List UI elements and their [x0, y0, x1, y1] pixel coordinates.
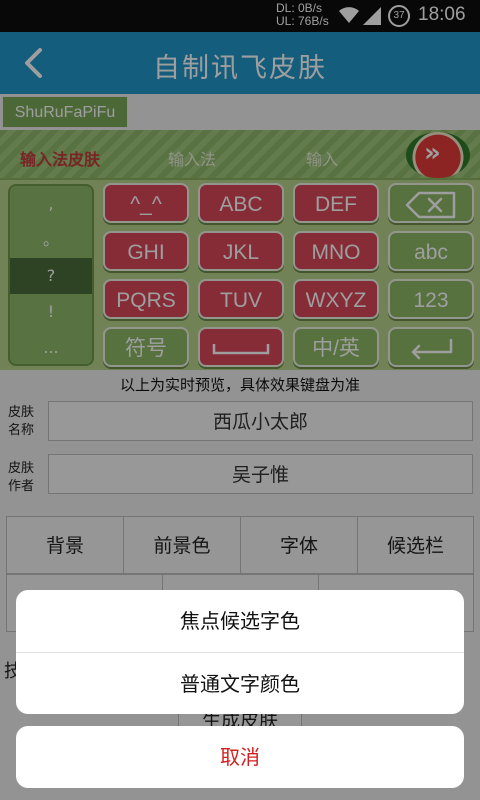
normal-text-color-option[interactable]: 普通文字颜色: [16, 652, 464, 714]
color-option-sheet: 焦点候选字色 普通文字颜色: [16, 590, 464, 714]
focus-candidate-color-option[interactable]: 焦点候选字色: [16, 590, 464, 652]
cancel-button[interactable]: 取消: [16, 726, 464, 788]
cancel-sheet: 取消: [16, 726, 464, 788]
